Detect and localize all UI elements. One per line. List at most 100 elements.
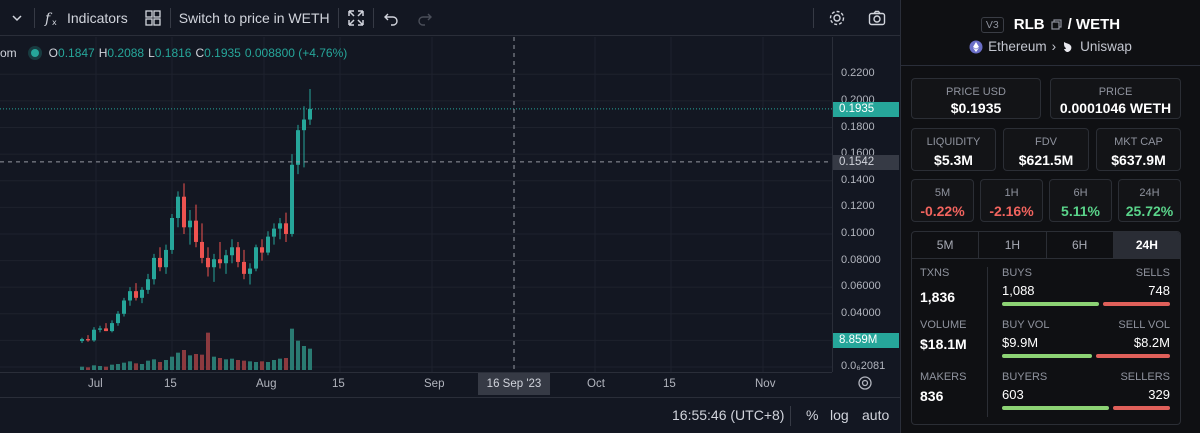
tab-1h[interactable]: 1H: [979, 232, 1047, 258]
tab-24h[interactable]: 24H: [1113, 232, 1180, 258]
volume-bar: [260, 361, 264, 370]
undo-button[interactable]: [374, 0, 408, 36]
chart-grid: [0, 37, 832, 372]
time-tick: Sep: [424, 378, 445, 390]
candle-body: [158, 257, 162, 268]
switch-price-button[interactable]: Switch to price in WETH: [171, 0, 338, 36]
volume-bar: [218, 358, 222, 370]
volume-bar: [224, 359, 228, 370]
base-token: RLB: [1013, 16, 1045, 33]
buys-bar-fill: [1002, 302, 1100, 306]
expand-icon: [347, 9, 364, 26]
candle-body: [104, 328, 108, 332]
dex-link[interactable]: Uniswap: [1080, 39, 1132, 54]
tab-5m[interactable]: 5M: [912, 232, 980, 258]
volume-bar: [128, 361, 132, 370]
copy-icon[interactable]: [1050, 19, 1062, 30]
volume-bar: [170, 356, 174, 370]
makers-value: 836: [920, 388, 944, 404]
change-5m-card[interactable]: 5M -0.22%: [911, 179, 974, 222]
crosshair-time-label: 16 Sep '23: [478, 373, 550, 395]
log-toggle[interactable]: log: [830, 407, 849, 423]
liquidity-card: LIQUIDITY $5.3M: [911, 128, 996, 171]
layouts-button[interactable]: [136, 0, 170, 36]
clock: 16:55:46 (UTC+8): [672, 407, 785, 423]
candle-body: [272, 228, 276, 237]
redo-button[interactable]: [408, 0, 442, 36]
candle-body: [242, 261, 246, 274]
buys-sells-bar: [1002, 302, 1170, 306]
candle-body: [236, 247, 240, 262]
chevron-down-icon: [12, 14, 22, 21]
buy-vol-bar-fill: [1002, 354, 1093, 358]
buyers-label: BUYERS: [1002, 371, 1048, 383]
candle-body: [170, 217, 174, 250]
candle-body: [164, 249, 168, 268]
mkt-cap-card: MKT CAP $637.9M: [1096, 128, 1181, 171]
volume-bar: [104, 366, 108, 370]
change-1h-card[interactable]: 1H -2.16%: [980, 179, 1043, 222]
time-tick: Aug: [256, 378, 277, 390]
time-scale[interactable]: Jul 15 Aug 15 Sep Oct 15 Nov 16 Sep '23: [0, 372, 832, 396]
makers-label: MAKERS: [920, 371, 967, 383]
uniswap-icon: [1064, 41, 1072, 52]
candle-body: [254, 247, 258, 269]
candle-body: [92, 329, 96, 341]
auto-toggle[interactable]: auto: [862, 407, 889, 423]
change-24h-card[interactable]: 24H 25.72%: [1118, 179, 1181, 222]
undo-icon: [383, 13, 398, 26]
volume-bar: [152, 359, 156, 370]
switch-price-label: Switch to price in WETH: [178, 9, 330, 26]
candle-body: [128, 291, 132, 301]
screenshot-button[interactable]: [860, 0, 894, 36]
chart-bottom-bar: 16:55:46 (UTC+8) % log auto: [0, 397, 900, 433]
scale-settings-icon[interactable]: [857, 375, 873, 391]
candle-body: [80, 339, 84, 342]
candle-body: [116, 313, 120, 324]
volume-bar: [242, 360, 246, 370]
candle-body: [110, 323, 114, 332]
candle-body: [308, 108, 312, 120]
tab-6h[interactable]: 6H: [1047, 232, 1114, 258]
indicators-button[interactable]: fx Indicators: [35, 0, 136, 36]
close-value: C0.1935: [195, 46, 241, 60]
candle-body: [248, 268, 252, 274]
version-badge: V3: [980, 16, 1004, 33]
price-tick: 0.1400: [841, 173, 875, 186]
volume-bar: [266, 362, 270, 370]
price-scale[interactable]: 0.2200 0.2000 0.1800 0.1600 0.1400 0.1200 0.10…: [832, 37, 900, 372]
volume-bar: [80, 366, 84, 370]
sells-label: SELLS: [1135, 267, 1170, 279]
chart-pane: fx Indicators Switch to price in WETH om…: [0, 0, 900, 433]
symbol-dropdown[interactable]: [0, 0, 34, 36]
candlestick-chart[interactable]: [0, 37, 832, 372]
candle-body: [176, 196, 180, 218]
percent-toggle[interactable]: %: [806, 407, 818, 423]
candle-body: [152, 257, 156, 280]
candle-body: [284, 223, 288, 234]
candle-body: [302, 119, 306, 131]
chain-link[interactable]: Ethereum: [988, 39, 1047, 54]
chain-breadcrumb: Ethereum › Uniswap: [901, 39, 1200, 54]
fullscreen-button[interactable]: [339, 0, 373, 36]
candle-body: [146, 279, 150, 290]
volume-bars: [80, 328, 312, 370]
change-6h-card[interactable]: 6H 5.11%: [1049, 179, 1112, 222]
sells-bar-fill: [1103, 302, 1170, 306]
buyers-value: 603: [1002, 387, 1024, 402]
camera-icon: [868, 10, 886, 26]
open-value: O0.1847: [48, 46, 95, 60]
chart-overlays: [0, 37, 832, 372]
price-tick: 0.2200: [841, 67, 875, 80]
bottom-divider: [790, 406, 791, 426]
volume-bar: [164, 360, 168, 370]
sellers-bar-fill: [1113, 406, 1170, 410]
volume-bar: [248, 361, 252, 370]
candle-body: [134, 291, 138, 298]
quote-token: / WETH: [1067, 16, 1121, 33]
time-tick: Jul: [88, 378, 103, 390]
grid-icon: [145, 9, 161, 26]
candle-body: [200, 241, 204, 258]
volume-bar: [284, 358, 288, 370]
settings-button[interactable]: [820, 0, 854, 36]
